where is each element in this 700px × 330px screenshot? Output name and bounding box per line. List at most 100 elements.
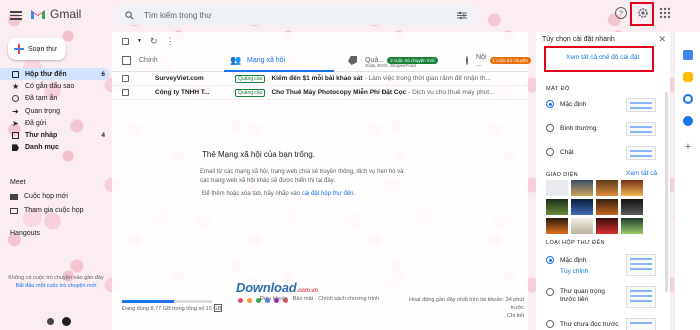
radio-selected[interactable] — [546, 256, 554, 264]
theme-thumb[interactable] — [621, 180, 643, 196]
nav-count: 6 — [101, 70, 105, 78]
nav-label: Đã gửi — [25, 119, 47, 127]
footer-links[interactable]: Điều khoản · Bảo mật · Chính sách chương… — [260, 296, 379, 302]
theme-thumb[interactable] — [621, 199, 643, 215]
theme-thumb[interactable] — [546, 218, 568, 234]
close-icon[interactable]: ✕ — [658, 34, 666, 45]
meet-join-meeting[interactable]: Tham gia cuộc họp — [10, 207, 84, 214]
chat-icon[interactable] — [62, 317, 71, 326]
inbox-settings-link[interactable]: cài đặt hộp thư đến — [302, 191, 354, 197]
contacts-icon[interactable] — [683, 116, 693, 126]
nav-item-important[interactable]: ➜ Quan trọng — [0, 105, 110, 117]
radio[interactable] — [546, 320, 554, 328]
nav-label: Hộp thư đến — [25, 70, 67, 78]
inbox-type-unread-first[interactable]: Thư chưa đọc trước — [546, 320, 619, 328]
inbox-type-label: Thư quan trọng trước tiên — [560, 288, 605, 303]
app-name: Gmail — [50, 7, 82, 21]
radio[interactable] — [546, 148, 554, 156]
tab-label: Chính — [139, 57, 158, 64]
keep-icon[interactable] — [683, 72, 693, 82]
see-all-highlight-box — [544, 46, 654, 72]
tab-social[interactable]: 👥 Mạng xã hội — [220, 50, 338, 72]
radio[interactable] — [546, 124, 554, 132]
row-checkbox[interactable] — [122, 89, 129, 96]
refresh-icon[interactable]: ↻ — [150, 36, 158, 47]
theme-thumb[interactable] — [546, 199, 568, 215]
tag-icon — [348, 56, 357, 65]
add-addon-icon[interactable]: + — [683, 142, 693, 153]
see-all-themes-link[interactable]: Xem tất cả — [626, 170, 657, 177]
theme-thumb[interactable] — [571, 199, 593, 215]
ad-badge: Quảng cáo — [235, 88, 266, 97]
more-options-icon[interactable]: ⋮ — [166, 36, 175, 47]
main-menu-icon[interactable] — [10, 9, 22, 21]
open-storage-icon[interactable] — [214, 304, 222, 312]
calendar-icon[interactable] — [683, 50, 693, 60]
empty-link-text: Để thêm hoặc xóa tab, hãy nhấp vào cài đ… — [202, 191, 355, 197]
theme-thumb[interactable] — [546, 180, 568, 196]
row-checkbox[interactable] — [122, 75, 129, 82]
theme-thumb[interactable] — [571, 180, 593, 196]
main-panel: ▼ ↻ ⋮ Chính 👥 Mạng xã hội Quả... 3 cuộc … — [112, 32, 532, 330]
meet-new-meeting[interactable]: Cuộc họp mới — [10, 193, 68, 200]
storage-text: Đang dùng 8,77 GB trong tổng số 15 GB — [122, 306, 222, 312]
nav-item-drafts[interactable]: Thư nháp 4 — [0, 129, 110, 141]
tab-primary[interactable]: Chính — [112, 50, 220, 71]
details-link[interactable]: Chi tiết — [400, 312, 524, 320]
inbox-type-preview — [626, 254, 656, 276]
start-chat-link[interactable]: Bắt đầu một cuộc trò chuyện mới — [4, 282, 108, 290]
theme-grid — [546, 180, 643, 234]
theme-thumb[interactable] — [596, 218, 618, 234]
radio-selected[interactable] — [546, 100, 554, 108]
theme-thumb[interactable] — [571, 218, 593, 234]
nav-label: Đã tạm ẩn — [25, 95, 58, 103]
empty-link-prefix: Để thêm hoặc xóa tab, hãy nhấp vào — [202, 191, 302, 197]
customize-link[interactable]: Tùy chỉnh — [560, 268, 588, 275]
nav-list: Hộp thư đến 6 ★ Có gắn dấu sao Đã tạm ẩn… — [0, 68, 110, 154]
search-options-icon[interactable] — [457, 11, 467, 20]
theme-thumb[interactable] — [596, 180, 618, 196]
nav-item-categories[interactable]: Danh mục — [0, 142, 110, 154]
tasks-icon[interactable] — [683, 94, 693, 104]
gmail-logo[interactable]: Gmail — [30, 7, 81, 21]
nav-label: Danh mục — [25, 144, 59, 152]
search-input[interactable]: Tìm kiếm trong thư — [144, 11, 457, 20]
email-subject: Kiếm đến $1 mỗi bài khảo sát — [271, 75, 363, 82]
info-icon — [466, 56, 468, 65]
nav-item-starred[interactable]: ★ Có gắn dấu sao — [0, 80, 110, 92]
email-row[interactable]: SurveyViet.com Quảng cáo Kiếm đến $1 mỗi… — [112, 72, 528, 86]
inbox-type-default[interactable]: Mặc định — [546, 256, 586, 264]
radio[interactable] — [546, 288, 554, 296]
search-icon[interactable] — [125, 10, 134, 20]
tab-updates[interactable]: Nội ... 1 cuộc trò chuyện — [456, 50, 532, 71]
theme-thumb[interactable] — [596, 199, 618, 215]
list-toolbar: ▼ ↻ ⋮ — [112, 32, 528, 50]
quick-settings-panel: Tùy chọn cài đặt nhanh ✕ Xem tất cả chế … — [536, 32, 670, 330]
label-icon — [12, 144, 19, 152]
density-option-compact[interactable]: Chật — [546, 148, 574, 156]
inbox-type-important-first[interactable]: Thư quan trọng trước tiên — [546, 288, 618, 304]
nav-item-inbox[interactable]: Hộp thư đến 6 — [0, 68, 110, 81]
video-icon — [10, 193, 18, 200]
meet-item-label: Tham gia cuộc họp — [24, 207, 84, 214]
select-all-checkbox[interactable] — [122, 37, 129, 45]
nav-item-snoozed[interactable]: Đã tạm ẩn — [0, 93, 110, 105]
email-row[interactable]: Công ty TNHH T... Quảng cáo Cho Thuê Máy… — [112, 86, 528, 100]
scrollbar[interactable] — [665, 92, 668, 292]
email-sender: SurveyViet.com — [155, 75, 204, 82]
compose-button[interactable]: Soạn thư — [8, 38, 66, 60]
density-preview — [626, 122, 656, 136]
density-option-default[interactable]: Mặc định — [546, 100, 586, 108]
watermark-text: Download — [236, 280, 297, 295]
density-option-comfortable[interactable]: Bình thường — [546, 124, 596, 132]
help-icon[interactable]: ? — [614, 6, 628, 20]
tab-promotions[interactable]: Quả... 3 cuộc trò chuyện mới Grab, BOO, … — [338, 50, 456, 71]
account-icon[interactable] — [47, 318, 54, 325]
apps-grid-icon[interactable] — [658, 6, 672, 20]
nav-item-sent[interactable]: ➤ Đã gửi — [0, 117, 110, 129]
compose-label: Soạn thư — [28, 45, 57, 53]
theme-thumb[interactable] — [621, 218, 643, 234]
inbox-type-label: Mặc định — [560, 256, 587, 264]
select-dropdown-icon[interactable]: ▼ — [137, 38, 142, 44]
search-bar[interactable]: Tìm kiếm trong thư — [117, 5, 475, 25]
